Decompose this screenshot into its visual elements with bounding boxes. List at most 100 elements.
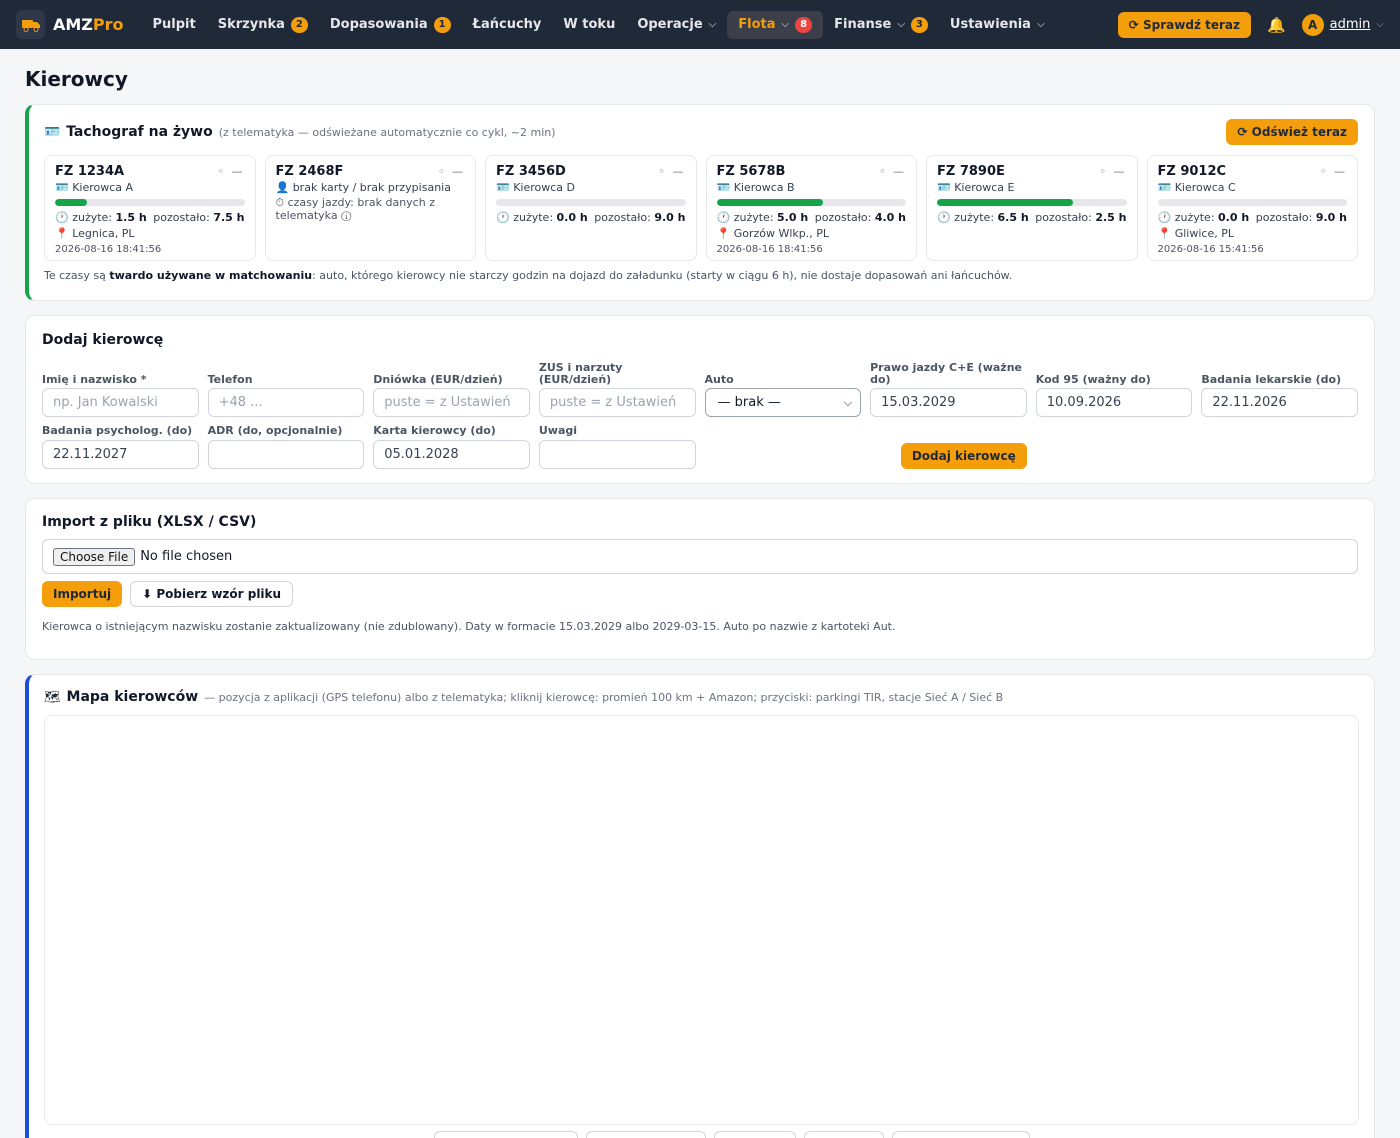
phone-input[interactable]	[207, 388, 365, 418]
nav-item-operacje[interactable]: Operacje ⌵	[626, 11, 727, 38]
refresh-now-button[interactable]: ⟳ Odśwież teraz	[1226, 119, 1358, 145]
map-control-button[interactable]	[433, 1131, 578, 1138]
timestamp: 2026-08-16 18:41:56	[716, 244, 823, 255]
clock-icon: ⏱	[275, 196, 285, 209]
driving-progress-fill	[716, 199, 823, 206]
tachograph-card[interactable]: FZ 1234A ◦ — 🪪 Kierowca A 🕐 zużyte: 1.5 h po…	[44, 155, 256, 261]
pin-icon: 📍	[55, 227, 69, 240]
map-control-button[interactable]	[803, 1131, 884, 1138]
driver-name: 🪪 Kierowca A	[55, 181, 134, 194]
pin-icon: 📍	[1157, 227, 1172, 240]
clock-icon: 🕐	[496, 211, 510, 224]
map-canvas[interactable]	[44, 715, 1359, 1125]
driver-name: 🪪 Kierowca E	[937, 181, 1015, 194]
map-icon: 🗺	[44, 690, 61, 705]
tachograph-card[interactable]: FZ 9012C ◦ — 🪪 Kierowca C 🕐 zużyte: 0.0 h po…	[1146, 155, 1358, 261]
psych-input[interactable]	[42, 439, 199, 469]
nav-item-ustawienia[interactable]: Ustawienia ⌵	[939, 11, 1056, 38]
notes-input[interactable]	[538, 439, 696, 469]
driver-card-label: Karta kierowcy (do)	[373, 424, 496, 438]
import-panel: Import z pliku (XLSX / CSV) Choose File …	[25, 498, 1375, 660]
chevron-down-icon: ⌵	[708, 19, 717, 30]
tachograph-card[interactable]: FZ 2468F ◦ — 👤 brak karty / brak przypisan…	[264, 155, 476, 261]
phone-label: Telefon	[207, 372, 253, 386]
used-hours: 🕐 zużyte: 0.0 h	[496, 211, 588, 224]
import-button[interactable]: Importuj	[42, 581, 123, 607]
driver-map-panel: 🗺 Mapa kierowców — pozycja z aplikacji (…	[25, 674, 1375, 1138]
car-select[interactable]: — brak — ⌵	[704, 388, 862, 418]
zus-input[interactable]	[538, 388, 696, 418]
name-input[interactable]	[42, 388, 199, 418]
driver-name: 🪪 Kierowca C	[1157, 181, 1236, 194]
chevron-down-icon: ⌵	[781, 19, 790, 30]
clock-icon: 🕐	[937, 211, 951, 224]
person-icon: 👤	[275, 181, 290, 194]
car-label: Auto	[704, 372, 734, 386]
nav-item-pulpit[interactable]: Pulpit	[142, 11, 207, 38]
driver-card-input[interactable]	[373, 439, 530, 469]
status-icons: ◦ —	[879, 165, 906, 178]
plate-number: FZ 1234A	[55, 164, 125, 179]
info-icon[interactable]: ⓘ	[341, 209, 351, 222]
map-subtitle: — pozycja z aplikacji (GPS telefonu) alb…	[204, 691, 1004, 704]
remaining-hours: pozostało: 9.0 h	[594, 211, 686, 224]
license-input[interactable]	[870, 388, 1027, 418]
map-control-button[interactable]	[713, 1131, 796, 1138]
status-icons: ◦ —	[438, 165, 465, 178]
id-card-icon: 🪪	[937, 181, 951, 194]
bell-icon[interactable]: 🔔	[1267, 16, 1286, 34]
timestamp: 2026-08-16 15:41:56	[1157, 244, 1264, 255]
tachograph-card[interactable]: FZ 3456D ◦ — 🪪 Kierowca D 🕐 zużyte: 0.0 h po…	[485, 155, 697, 261]
map-control-button[interactable]	[585, 1131, 706, 1138]
choose-file-button[interactable]: Choose File	[53, 547, 136, 566]
avatar: A	[1301, 13, 1324, 36]
page-title: Kierowcy	[25, 67, 128, 91]
clock-icon: 🕐	[716, 211, 731, 224]
nav-item-lancuchy[interactable]: Łańcuchy	[462, 11, 553, 38]
nav-item-skrzynka[interactable]: Skrzynka 2	[207, 11, 319, 39]
status-icons: ◦ —	[1320, 165, 1347, 178]
count-badge: 3	[910, 16, 928, 33]
remaining-hours: pozostało: 2.5 h	[1035, 211, 1127, 224]
check-now-button[interactable]: ⟳ Sprawdź teraz	[1117, 11, 1251, 38]
add-driver-button[interactable]: Dodaj kierowcę	[900, 442, 1027, 469]
daily-rate-input[interactable]	[373, 388, 530, 418]
map-control-button[interactable]	[891, 1131, 1030, 1138]
code95-input[interactable]	[1035, 388, 1193, 418]
pin-icon: 📍	[716, 227, 731, 240]
count-badge: 2	[290, 16, 308, 33]
nav-item-finanse[interactable]: Finanse ⌵ 3	[823, 11, 939, 39]
chevron-down-icon: ⌵	[1376, 19, 1384, 30]
remaining-hours: pozostało: 4.0 h	[814, 211, 906, 224]
tachograph-note: Te czasy są twardo używane w matchowaniu…	[44, 269, 1013, 282]
used-hours: 🕐 zużyte: 0.0 h	[1157, 211, 1250, 224]
driving-progress-bar	[55, 199, 245, 206]
import-title: Import z pliku (XLSX / CSV)	[42, 514, 257, 530]
medical-input[interactable]	[1201, 388, 1358, 418]
remaining-hours: pozostało: 9.0 h	[1255, 211, 1347, 224]
file-status: No file chosen	[140, 549, 233, 564]
nav-item-w-toku[interactable]: W toku	[552, 11, 626, 38]
adr-input[interactable]	[207, 439, 365, 469]
nav-item-flota[interactable]: Flota ⌵ 8	[727, 10, 824, 39]
user-menu[interactable]: A admin ⌵	[1301, 13, 1384, 36]
user-name: admin	[1329, 17, 1371, 32]
status-icons: ◦ —	[217, 165, 245, 178]
import-note: Kierowca o istniejącym nazwisku zostanie…	[42, 620, 896, 633]
tachograph-subtitle: (z telematyka — odświeżane automatycznie…	[218, 126, 556, 139]
tachograph-card[interactable]: FZ 7890E ◦ — 🪪 Kierowca E 🕐 zużyte: 6.5 h po…	[926, 155, 1138, 261]
tachograph-panel: 🪪 Tachograf na żywo (z telematyka — odśw…	[25, 104, 1375, 301]
driver-name: 🪪 Kierowca D	[496, 181, 576, 194]
plate-number: FZ 7890E	[937, 164, 1005, 179]
used-hours: 🕐 zużyte: 5.0 h	[716, 211, 809, 224]
tachograph-card[interactable]: FZ 5678B ◦ — 🪪 Kierowca B 🕐 zużyte: 5.0 h po…	[705, 155, 917, 261]
download-template-button[interactable]: ⬇ Pobierz wzór pliku	[130, 581, 294, 607]
nav-item-dopasowania[interactable]: Dopasowania 1	[319, 11, 462, 39]
tachograph-cards: FZ 1234A ◦ — 🪪 Kierowca A 🕐 zużyte: 1.5 h po…	[44, 155, 1358, 261]
tachograph-title: Tachograf na żywo	[66, 124, 213, 140]
chevron-down-icon: ⌵	[897, 19, 905, 30]
logo[interactable]: AMZPro	[16, 10, 124, 39]
top-nav: AMZPro Pulpit Skrzynka 2 Dopasowania 1 Łań…	[0, 0, 1400, 49]
add-driver-form: Dodaj kierowcę Imię i nazwisko * Telefon…	[25, 315, 1375, 484]
file-input[interactable]: Choose File No file chosen	[42, 539, 1358, 574]
